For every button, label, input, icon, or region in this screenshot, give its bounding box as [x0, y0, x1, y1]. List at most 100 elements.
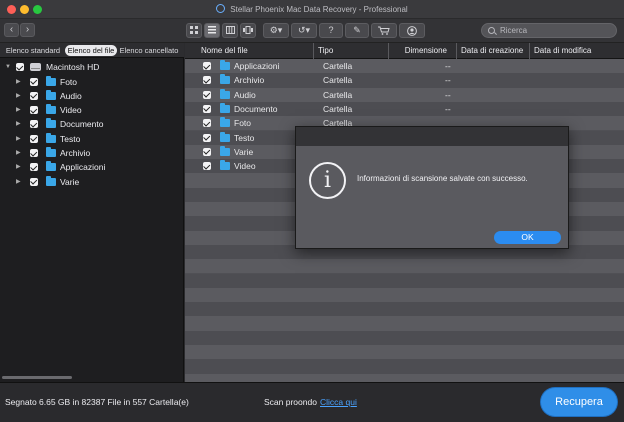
tree-root[interactable]: ▼ Macintosh HD: [0, 60, 184, 74]
checkbox[interactable]: [30, 77, 38, 86]
column-header-created[interactable]: Data di creazione: [457, 43, 530, 59]
checkbox[interactable]: [30, 106, 38, 115]
search-input[interactable]: [500, 25, 610, 36]
tree-item-label: Testo: [60, 133, 81, 144]
checkbox[interactable]: [203, 147, 211, 156]
table-header: Nome del file Tipo Dimensione Data di cr…: [185, 43, 624, 59]
folder-icon: [220, 60, 230, 70]
app-logo-icon: [216, 4, 226, 13]
title-bar: Stellar Phoenix Mac Data Recovery - Prof…: [0, 0, 624, 19]
window-title-text: Stellar Phoenix Mac Data Recovery - Prof…: [230, 5, 408, 14]
grid-view-icon: [190, 26, 198, 34]
checkbox[interactable]: [203, 76, 211, 85]
table-row[interactable]: Archivio Cartella --: [185, 73, 624, 88]
tab-elenco-cancellato[interactable]: Elenco cancellato: [118, 45, 180, 56]
dialog-message: Informazioni di scansione salvate con su…: [357, 174, 528, 183]
tree-item[interactable]: ▶ Documento: [0, 117, 184, 131]
folder-icon: [220, 131, 230, 142]
grid-view-button[interactable]: [186, 23, 202, 38]
checkbox[interactable]: [30, 120, 38, 129]
tree-item[interactable]: ▶ Audio: [0, 89, 184, 103]
folder-icon: [46, 118, 56, 129]
search-box[interactable]: [481, 23, 617, 38]
disclosure-closed-icon[interactable]: ▶: [16, 160, 21, 174]
tree-item-label: Applicazioni: [60, 162, 106, 173]
checkbox[interactable]: [203, 90, 211, 99]
forward-button[interactable]: ›: [20, 23, 35, 37]
tree-item[interactable]: ▶ Testo: [0, 132, 184, 146]
hard-drive-icon: [30, 63, 41, 71]
folder-icon: [46, 161, 56, 172]
checkbox[interactable]: [30, 163, 38, 172]
disclosure-closed-icon[interactable]: ▶: [16, 103, 21, 117]
file-type: Cartella: [323, 103, 353, 114]
checkbox[interactable]: [203, 62, 211, 70]
scan-summary: Segnato 6.65 GB in 82387 File in 557 Car…: [5, 397, 189, 407]
settings-button[interactable]: ⚙▾: [263, 23, 289, 38]
user-icon: [407, 25, 417, 36]
checkbox[interactable]: [30, 177, 38, 186]
column-header-type[interactable]: Tipo: [314, 43, 389, 59]
file-size: --: [445, 89, 451, 100]
registration-icon: ✎: [353, 25, 361, 35]
recover-button[interactable]: Recupera: [541, 388, 617, 416]
file-name: Archivio: [234, 75, 265, 86]
folder-icon: [220, 160, 230, 171]
checkbox[interactable]: [203, 119, 211, 128]
list-view-button[interactable]: [204, 23, 220, 38]
coverflow-view-button[interactable]: [240, 23, 256, 38]
folder-icon: [46, 104, 56, 115]
back-button[interactable]: ‹: [4, 23, 19, 37]
horizontal-scrollbar[interactable]: [2, 376, 72, 379]
ok-button[interactable]: OK: [494, 231, 561, 244]
tab-elenco-del-file[interactable]: Elenco del file: [65, 45, 117, 56]
help-button[interactable]: ?: [319, 23, 343, 38]
disclosure-closed-icon[interactable]: ▶: [16, 75, 21, 89]
tree-item-label: Audio: [60, 90, 82, 101]
table-row: [185, 287, 624, 303]
tree-item[interactable]: ▶ Archivio: [0, 146, 184, 160]
tree-item-label: Video: [60, 105, 82, 116]
disclosure-open-icon[interactable]: ▼: [5, 60, 11, 74]
deep-scan-link[interactable]: Clicca qui: [320, 397, 357, 407]
table-row: [185, 345, 624, 360]
folder-icon: [46, 75, 56, 86]
disclosure-closed-icon[interactable]: ▶: [16, 146, 21, 160]
file-type: Cartella: [323, 75, 353, 86]
table-row: [185, 359, 624, 374]
table-row: [185, 316, 624, 331]
list-view-icon: [208, 26, 216, 34]
registration-button[interactable]: ✎: [345, 23, 369, 38]
tree-item[interactable]: ▶ Varie: [0, 175, 184, 189]
disclosure-closed-icon[interactable]: ▶: [16, 132, 21, 146]
checkbox[interactable]: [30, 149, 38, 157]
column-header-modified[interactable]: Data di modifica: [530, 43, 624, 59]
checkbox[interactable]: [203, 162, 211, 171]
disclosure-closed-icon[interactable]: ▶: [16, 89, 21, 103]
folder-icon: [46, 147, 56, 157]
column-header-size[interactable]: Dimensione: [389, 43, 457, 59]
buy-button[interactable]: [371, 23, 397, 38]
column-header-name[interactable]: Nome del file: [197, 43, 314, 59]
tree-item[interactable]: ▶ Foto: [0, 75, 184, 89]
chevron-left-icon: ‹: [9, 24, 14, 35]
help-icon: ?: [328, 25, 334, 35]
checkbox[interactable]: [30, 91, 38, 100]
tab-elenco-standard[interactable]: Elenco standard: [2, 45, 64, 56]
file-name: Testo: [234, 132, 255, 143]
table-row[interactable]: Audio Cartella --: [185, 87, 624, 102]
table-row[interactable]: Applicazioni Cartella --: [185, 59, 624, 74]
disclosure-closed-icon[interactable]: ▶: [16, 117, 21, 131]
checkbox[interactable]: [30, 134, 38, 143]
checkbox[interactable]: [203, 133, 211, 142]
history-button[interactable]: ↺▾: [291, 23, 317, 38]
table-row[interactable]: Documento Cartella --: [185, 101, 624, 117]
checkbox[interactable]: [16, 63, 24, 71]
column-view-button[interactable]: [222, 23, 238, 38]
checkbox[interactable]: [203, 104, 211, 113]
account-button[interactable]: [399, 23, 425, 38]
tree-item[interactable]: ▶ Applicazioni: [0, 160, 184, 174]
file-name: Documento: [234, 103, 278, 114]
disclosure-closed-icon[interactable]: ▶: [16, 175, 21, 189]
tree-item[interactable]: ▶ Video: [0, 103, 184, 117]
